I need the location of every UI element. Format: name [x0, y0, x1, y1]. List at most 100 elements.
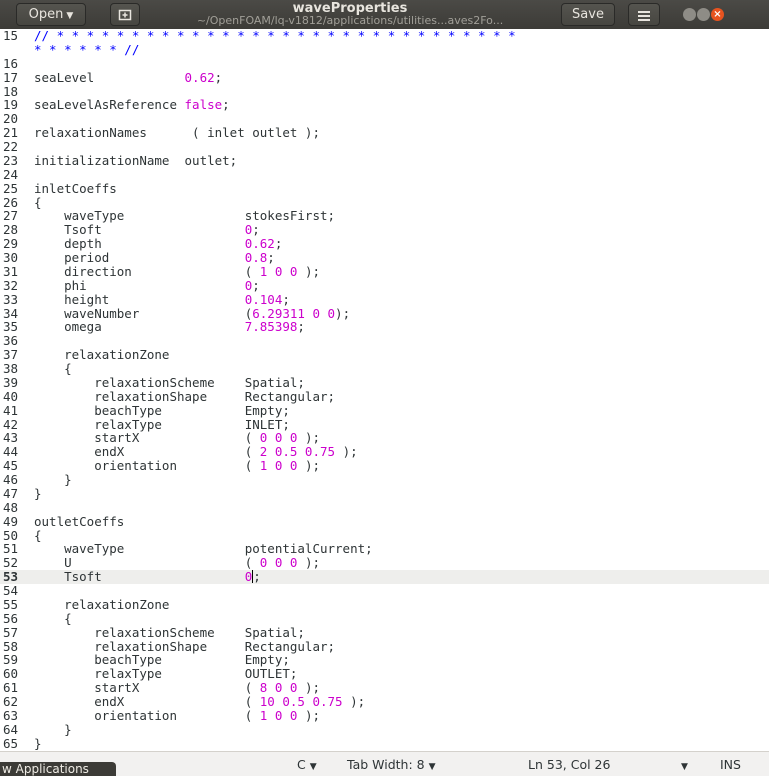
code-text: relaxationShape Rectangular;	[34, 389, 335, 404]
code-line[interactable]: 27 waveType stokesFirst;	[0, 209, 769, 223]
code-line[interactable]: 15// * * * * * * * * * * * * * * * * * *…	[0, 29, 769, 43]
line-number: 31	[3, 263, 19, 279]
language-label: C	[297, 757, 306, 772]
code-token: );	[297, 680, 320, 696]
value-token: 0.62	[244, 236, 275, 252]
code-line[interactable]: 55 relaxationZone	[0, 597, 769, 612]
text-editor[interactable]: 15// * * * * * * * * * * * * * * * * * *…	[0, 29, 769, 751]
line-number: 49	[3, 513, 19, 529]
language-selector[interactable]: C ▼	[297, 757, 317, 772]
code-token: period	[34, 250, 245, 265]
code-line[interactable]: 30 period 0.8;	[0, 251, 769, 265]
chevron-down-icon: ▼	[681, 762, 688, 772]
code-line[interactable]: 44 endX ( 2 0.5 0.75 );	[0, 445, 769, 459]
code-text: startX ( 8 0 0 );	[34, 680, 320, 695]
position-menu-button[interactable]: ▼	[677, 757, 688, 772]
code-line[interactable]: 37 relaxationZone	[0, 348, 769, 362]
save-button[interactable]: Save	[561, 3, 615, 26]
tab-width-selector[interactable]: Tab Width: 8 ▼	[347, 757, 436, 772]
code-token: ;	[282, 291, 290, 307]
code-token: {	[34, 194, 42, 210]
code-line[interactable]: 42 relaxType INLET;	[0, 417, 769, 432]
code-line[interactable]: 29 depth 0.62;	[0, 237, 769, 251]
insert-mode-indicator: INS	[720, 757, 741, 772]
minimize-button[interactable]	[683, 8, 696, 21]
code-line[interactable]: 24	[0, 167, 769, 182]
code-line[interactable]: 54	[0, 584, 769, 598]
new-document-button[interactable]	[110, 3, 140, 26]
code-line[interactable]: 50 {	[0, 528, 769, 543]
menu-button[interactable]	[628, 3, 660, 26]
code-token: initializationName outlet;	[34, 152, 238, 168]
code-line[interactable]: 38 {	[0, 362, 769, 376]
code-line[interactable]: 35 omega 7.85398;	[0, 320, 769, 334]
code-token: waveType potentialCurrent;	[34, 541, 373, 557]
code-line[interactable]: 46 }	[0, 473, 769, 487]
code-line[interactable]: 34 waveNumber (6.29311 0 0);	[0, 306, 769, 321]
line-number: 43	[3, 430, 19, 446]
code-line[interactable]: 23 initializationName outlet;	[0, 152, 769, 168]
code-line[interactable]: 21 relaxationNames ( inlet outlet );	[0, 126, 769, 140]
code-line[interactable]: 18	[0, 84, 769, 99]
code-line[interactable]: 28 Tsoft 0;	[0, 223, 769, 237]
maximize-button[interactable]	[697, 8, 710, 21]
open-button-label: Open	[28, 7, 64, 22]
code-token: orientation (	[34, 707, 260, 723]
code-line[interactable]: 36	[0, 334, 769, 348]
code-token: height	[34, 291, 245, 307]
code-line[interactable]: 65}	[0, 736, 769, 751]
code-line[interactable]: 58 relaxationShape Rectangular;	[0, 639, 769, 654]
code-line[interactable]: 26 {	[0, 194, 769, 210]
code-line[interactable]: 41 beachType Empty;	[0, 402, 769, 418]
code-token: );	[297, 555, 320, 571]
line-number: 52	[3, 555, 19, 571]
code-text: waveType stokesFirst;	[34, 208, 335, 223]
code-line[interactable]: * * * * * * //	[0, 42, 769, 57]
code-line[interactable]: 20	[0, 112, 769, 126]
open-button[interactable]: Open ▼	[16, 3, 86, 26]
code-line[interactable]: 60 relaxType OUTLET;	[0, 667, 769, 681]
code-text: }	[34, 472, 72, 487]
code-token: ;	[274, 236, 283, 252]
code-line[interactable]: 22	[0, 140, 769, 154]
code-line[interactable]: 57 relaxationScheme Spatial;	[0, 625, 769, 640]
code-text: beachType Empty;	[34, 403, 290, 418]
code-line[interactable]: 16	[0, 56, 769, 71]
code-line[interactable]: 25 inletCoeffs	[0, 181, 769, 196]
code-line[interactable]: 51 waveType potentialCurrent;	[0, 542, 769, 556]
code-line[interactable]: 52 U ( 0 0 0 );	[0, 556, 769, 570]
code-line[interactable]: 17 seaLevel 0.62;	[0, 70, 769, 85]
code-line[interactable]: 48	[0, 500, 769, 515]
code-line[interactable]: 31 direction ( 1 0 0 );	[0, 263, 769, 279]
code-text: beachType Empty;	[34, 652, 290, 667]
line-number: 41	[3, 402, 19, 418]
code-text: phi 0;	[34, 278, 260, 293]
code-line[interactable]: 49 outletCoeffs	[0, 513, 769, 529]
code-line[interactable]: 62 endX ( 10 0.5 0.75 );	[0, 695, 769, 709]
code-line[interactable]: 47}	[0, 486, 769, 501]
code-line[interactable]: 56 {	[0, 611, 769, 626]
code-line[interactable]: 33 height 0.104;	[0, 291, 769, 307]
code-line[interactable]: 61 startX ( 8 0 0 );	[0, 681, 769, 695]
current-code-line[interactable]: 53 Tsoft 0;	[0, 570, 769, 584]
taskbar-applications-label[interactable]: w Applications	[0, 762, 116, 776]
code-line[interactable]: 45 orientation ( 1 0 0 );	[0, 459, 769, 473]
line-number: 45	[3, 458, 19, 474]
line-number: 29	[3, 236, 19, 252]
code-line[interactable]: 43 startX ( 0 0 0 );	[0, 431, 769, 445]
keyword-token: false	[184, 97, 223, 113]
code-line[interactable]: 59 beachType Empty;	[0, 653, 769, 667]
code-line[interactable]: 40 relaxationShape Rectangular;	[0, 389, 769, 404]
code-text: {	[34, 361, 72, 376]
line-number: 44	[3, 444, 19, 460]
code-line[interactable]: 32 phi 0;	[0, 278, 769, 293]
code-text: height 0.104;	[34, 292, 290, 307]
value-token: 7.85398	[244, 319, 298, 335]
code-line[interactable]: 19 seaLevelAsReference false;	[0, 98, 769, 112]
code-line[interactable]: 63 orientation ( 1 0 0 );	[0, 707, 769, 723]
code-line[interactable]: 39 relaxationScheme Spatial;	[0, 375, 769, 390]
code-line[interactable]: 64 }	[0, 722, 769, 737]
close-button[interactable]: ×	[711, 8, 724, 21]
line-number: 33	[3, 291, 19, 307]
code-text: {	[34, 528, 42, 543]
